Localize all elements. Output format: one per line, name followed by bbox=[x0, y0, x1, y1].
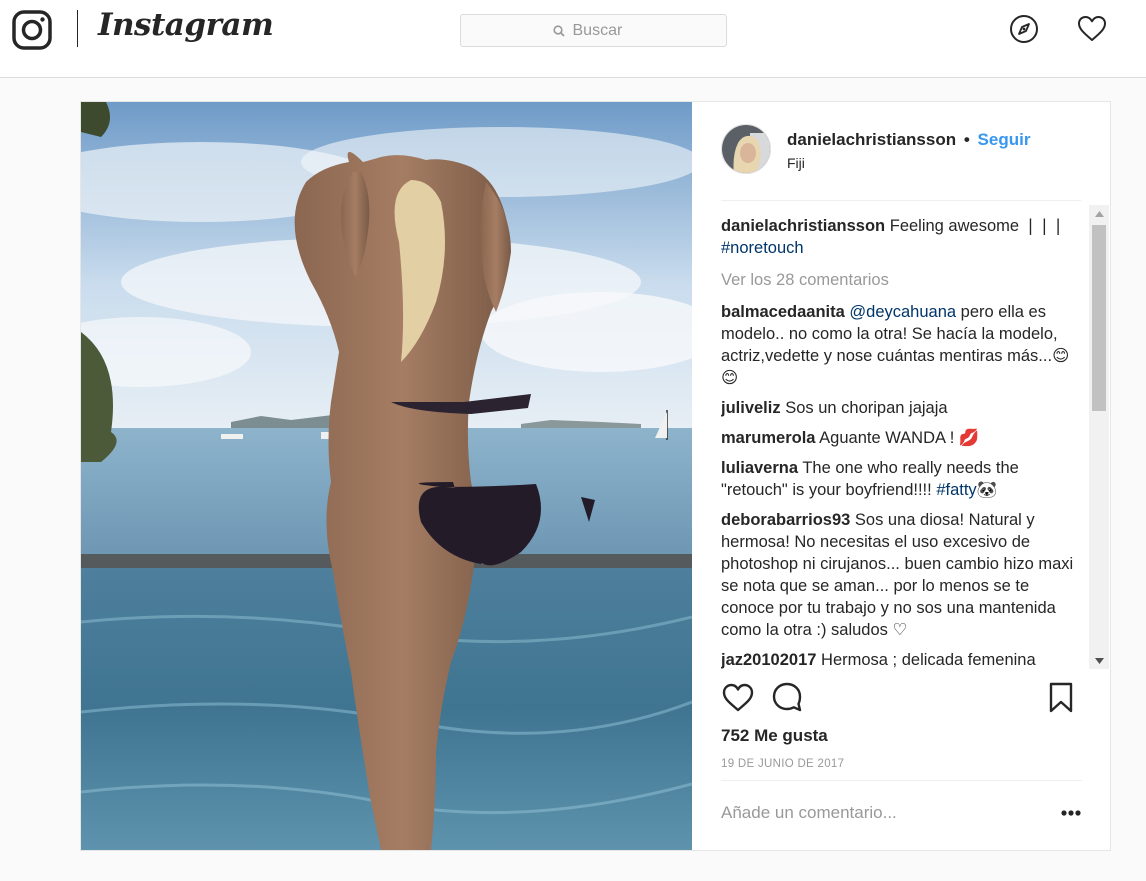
bookmark-icon[interactable] bbox=[1044, 680, 1078, 716]
comment-text: Sos un choripan jajaja bbox=[785, 399, 948, 417]
logo-divider bbox=[77, 10, 78, 47]
post-location[interactable]: Fiji bbox=[787, 155, 805, 171]
heart-icon[interactable] bbox=[1076, 13, 1108, 45]
post-photo[interactable] bbox=[81, 102, 692, 850]
compass-icon[interactable] bbox=[1008, 13, 1040, 45]
likes-count[interactable]: 752 Me gusta bbox=[721, 726, 828, 746]
post-author-line: danielachristiansson • Seguir bbox=[787, 130, 1030, 150]
comment-username[interactable]: luliaverna bbox=[721, 459, 798, 477]
comment-item: marumerola Aguante WANDA ! 💋 bbox=[721, 427, 1089, 449]
comment-item: juliveliz Sos un choripan jajaja bbox=[721, 397, 1089, 419]
post-details-panel: danielachristiansson • Seguir Fiji danie… bbox=[692, 102, 1110, 850]
add-comment-input[interactable] bbox=[721, 803, 1041, 823]
comment-hashtag[interactable]: #fatty bbox=[936, 481, 976, 499]
instagram-wordmark[interactable]: Instagram bbox=[98, 7, 274, 43]
search-box[interactable] bbox=[460, 14, 727, 47]
comment-text: Aguante WANDA ! 💋 bbox=[819, 429, 980, 447]
caption-hashtag[interactable]: #noretouch bbox=[721, 239, 804, 257]
post-date: 19 DE JUNIO DE 2017 bbox=[721, 758, 845, 770]
separator-dot: • bbox=[963, 130, 970, 149]
more-options-icon[interactable] bbox=[1060, 809, 1082, 817]
post-card: danielachristiansson • Seguir Fiji danie… bbox=[80, 101, 1111, 851]
comment-username[interactable]: juliveliz bbox=[721, 399, 781, 417]
follow-button[interactable]: Seguir bbox=[978, 130, 1031, 149]
top-nav-bar: Instagram bbox=[0, 0, 1146, 78]
like-heart-icon[interactable] bbox=[721, 680, 755, 716]
comment-emoji: 🐼 bbox=[976, 481, 998, 499]
beach-photo-illustration bbox=[81, 102, 692, 850]
avatar-image bbox=[722, 125, 770, 173]
comment-text: Hermosa ; delicada femenina bbox=[821, 651, 1036, 669]
post-author-username[interactable]: danielachristiansson bbox=[787, 130, 956, 149]
comment-item: deborabarrios93 Sos una diosa! Natural y… bbox=[721, 509, 1089, 641]
post-header: danielachristiansson • Seguir Fiji bbox=[721, 124, 1081, 201]
scrollbar-thumb[interactable] bbox=[1092, 225, 1106, 411]
comment-item: luliaverna The one who really needs the … bbox=[721, 457, 1089, 501]
search-input[interactable] bbox=[572, 21, 635, 40]
comments-list[interactable]: danielachristiansson Feeling awesome ❘❘❘… bbox=[721, 205, 1089, 669]
comments-scrollbar[interactable] bbox=[1089, 205, 1109, 669]
scroll-up-arrow-icon[interactable] bbox=[1089, 205, 1109, 222]
comment-text: Sos una diosa! Natural y hermosa! No nec… bbox=[721, 511, 1074, 639]
comment-mention[interactable]: @deycahuana bbox=[849, 303, 956, 321]
comment-username[interactable]: marumerola bbox=[721, 429, 815, 447]
caption-text: Feeling awesome ❘❘❘ bbox=[889, 217, 1066, 235]
add-comment-section bbox=[721, 780, 1082, 838]
avatar[interactable] bbox=[721, 124, 771, 174]
scroll-down-arrow-icon[interactable] bbox=[1089, 652, 1109, 669]
comment-item: balmacedaanita @deycahuana pero ella es … bbox=[721, 301, 1089, 389]
post-actions bbox=[721, 680, 1082, 720]
comment-bubble-icon[interactable] bbox=[771, 680, 805, 716]
comment-username[interactable]: balmacedaanita bbox=[721, 303, 845, 321]
comment-username[interactable]: deborabarrios93 bbox=[721, 511, 850, 529]
post-caption: danielachristiansson Feeling awesome ❘❘❘… bbox=[721, 215, 1089, 259]
view-all-comments-link[interactable]: Ver los 28 comentarios bbox=[721, 269, 1089, 291]
instagram-glyph-icon[interactable] bbox=[12, 10, 52, 50]
search-icon bbox=[552, 24, 565, 37]
comment-item: jaz20102017 Hermosa ; delicada femenina bbox=[721, 649, 1089, 669]
caption-username[interactable]: danielachristiansson bbox=[721, 217, 885, 235]
comment-username[interactable]: jaz20102017 bbox=[721, 651, 816, 669]
